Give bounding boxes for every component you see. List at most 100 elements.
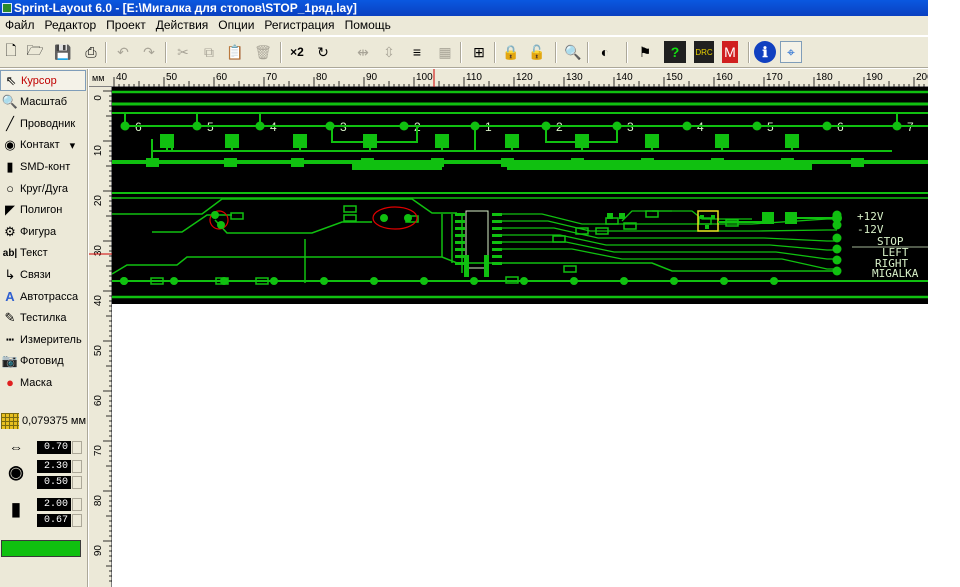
pad-size-icon: ◉ (8, 462, 24, 482)
cut-icon[interactable]: ✂ (172, 41, 194, 63)
toolbar-separator (626, 42, 628, 63)
duplicate-icon[interactable]: ×2 (286, 41, 308, 63)
save-icon[interactable]: 💾 (52, 41, 74, 63)
tool-mask[interactable]: ● Маска (0, 372, 86, 393)
menu-actions[interactable]: Действия (151, 16, 214, 35)
tool-track[interactable]: ╱ Проводник (0, 113, 86, 134)
layout-canvas[interactable]: 6 5 4 3 2 1 2 3 4 5 6 7 +12V -12V STOP LEFT RIGHT MIGALKA (112, 87, 928, 587)
smd-height-spinner[interactable] (72, 514, 82, 527)
via-pad (380, 214, 388, 222)
menu-help[interactable]: Помощь (340, 16, 396, 35)
main-toolbar: 🗋 🗁 💾 ⎙ ↶ ↷ ✂ ⧉ 📋 🗑 ×2 ↻ ⇹ ⇳ ≡ ▦ ⊞ 🔒 🔓 🔍 ◐ ⚑? DRC Mℹ ⌖ (0, 36, 928, 68)
ruler-label: 10 (93, 145, 104, 157)
tool-label: Измеритель (20, 333, 82, 346)
ruler-label: 0 (93, 95, 104, 101)
drc-icon[interactable]: DRC (694, 41, 714, 63)
toolbar-separator (460, 42, 462, 63)
menu-file[interactable]: Файл (0, 16, 40, 35)
toolbar-separator (587, 42, 589, 63)
smd-height-value[interactable]: 0.67 (37, 514, 71, 527)
tool-connections[interactable]: ↳ Связи (0, 264, 86, 285)
track-width-value[interactable]: 0.70 (37, 441, 71, 454)
tool-polygon[interactable]: ◤ Полигон (0, 200, 86, 221)
vertical-ruler: 0102030405060708090100 (89, 87, 112, 587)
layer-icon[interactable]: ◐ (594, 41, 616, 63)
connector-pad (832, 233, 842, 243)
ic-pin-pad (492, 234, 502, 237)
tool-shape[interactable]: ⚙ Фигура (0, 221, 86, 242)
align-icon[interactable]: ≡ (406, 41, 428, 63)
info-device-icon[interactable]: ? (664, 41, 686, 63)
delete-icon[interactable]: 🗑 (252, 41, 274, 63)
redo-icon[interactable]: ↷ (138, 41, 160, 63)
ruler-label: 60 (93, 395, 104, 407)
ic-pin-pad (455, 248, 465, 251)
smd-width-spinner[interactable] (72, 498, 82, 511)
open-folder-icon[interactable]: 🗁 (24, 41, 46, 63)
autoroute-icon[interactable]: ⚑ (634, 41, 656, 63)
ruler-label: 180 (816, 72, 833, 83)
group-icon[interactable]: ⊞ (468, 41, 490, 63)
status-progress-bar (1, 540, 81, 557)
pad-inner-value[interactable]: 0.50 (37, 476, 71, 489)
pcb-board[interactable]: 6 5 4 3 2 1 2 3 4 5 6 7+12V-12VSTOPLEFTRIGHTMIGALKA (112, 87, 928, 304)
mirror-horizontal-icon[interactable]: ⇹ (352, 41, 374, 63)
tool-photo-view[interactable]: 📷 Фотовид (0, 351, 86, 372)
new-file-icon[interactable]: 🗋 (0, 41, 22, 63)
tool-text[interactable]: ab| Текст (0, 243, 86, 264)
smd-width-value[interactable]: 2.00 (37, 498, 71, 511)
tool-autoroute-tool[interactable]: A Автотрасса (0, 286, 86, 307)
smd-icon: ▮ (6, 158, 14, 174)
rotate-icon[interactable]: ↻ (312, 41, 334, 63)
zoom-tool-icon: 🔍 (1, 94, 19, 110)
toolbar-separator (280, 42, 282, 63)
tool-zoom-tool[interactable]: 🔍 Масштаб (0, 92, 86, 113)
paste-icon[interactable]: 📋 (224, 41, 246, 63)
pad-outer-spinner[interactable] (72, 460, 82, 473)
info-icon[interactable]: ℹ (754, 41, 776, 63)
tool-label: Курсор (21, 74, 57, 87)
ruler-label: 200 (916, 72, 928, 83)
tool-circle[interactable]: ○ Круг/Дуга (0, 178, 86, 199)
menu-edit[interactable]: Редактор (40, 16, 102, 35)
zoom-icon[interactable]: 🔍 (562, 41, 584, 63)
ic-pin-pad (455, 227, 465, 230)
chevron-down-icon[interactable]: ▾ (70, 139, 76, 152)
mirror-vertical-icon[interactable]: ⇳ (378, 41, 400, 63)
tool-cursor[interactable]: ⇖ Курсор (0, 70, 86, 91)
menu-options[interactable]: Опции (213, 16, 259, 35)
copy-icon[interactable]: ⧉ (198, 41, 220, 63)
grid-size-value: 0,079375 мм (22, 415, 87, 427)
tool-label: Тестилка (20, 312, 67, 325)
print-icon[interactable]: ⎙ (80, 41, 102, 63)
ruler-label: 130 (566, 72, 583, 83)
unlock-icon[interactable]: 🔓 (526, 41, 548, 63)
tool-measure[interactable]: ┅ Измеритель (0, 329, 86, 350)
app-icon (2, 3, 12, 13)
tool-tester[interactable]: ✎ Тестилка (0, 308, 86, 329)
ruler-label: 90 (93, 545, 104, 557)
ic-pin-pad (484, 255, 489, 277)
select-tool-icon[interactable]: ⌖ (780, 41, 802, 63)
via-pad (211, 211, 219, 219)
ruler-label: 170 (766, 72, 783, 83)
toolbar-separator (105, 42, 107, 63)
tool-pad[interactable]: ◉ Контакт ▾ (0, 135, 86, 156)
pad-outer-value[interactable]: 2.30 (37, 460, 71, 473)
menu-registration[interactable]: Регистрация (259, 16, 339, 35)
lock-icon[interactable]: 🔒 (500, 41, 522, 63)
grid-icon (1, 413, 19, 429)
menu-project[interactable]: Проект (101, 16, 151, 35)
text-icon: ab| (2, 247, 18, 259)
pattern-icon[interactable]: ▦ (434, 41, 456, 63)
macro-icon[interactable]: M (722, 41, 738, 63)
track-width-spinner[interactable] (72, 441, 82, 454)
toolbar-separator (555, 42, 557, 63)
grid-size-row[interactable]: 0,079375 мм (0, 411, 88, 431)
resistor-pad (146, 158, 159, 167)
undo-icon[interactable]: ↶ (112, 41, 134, 63)
tool-smd[interactable]: ▮ SMD-конт (0, 156, 86, 177)
ruler-label: 70 (266, 72, 278, 83)
ic-pin-pad (455, 213, 465, 216)
pad-inner-spinner[interactable] (72, 476, 82, 489)
